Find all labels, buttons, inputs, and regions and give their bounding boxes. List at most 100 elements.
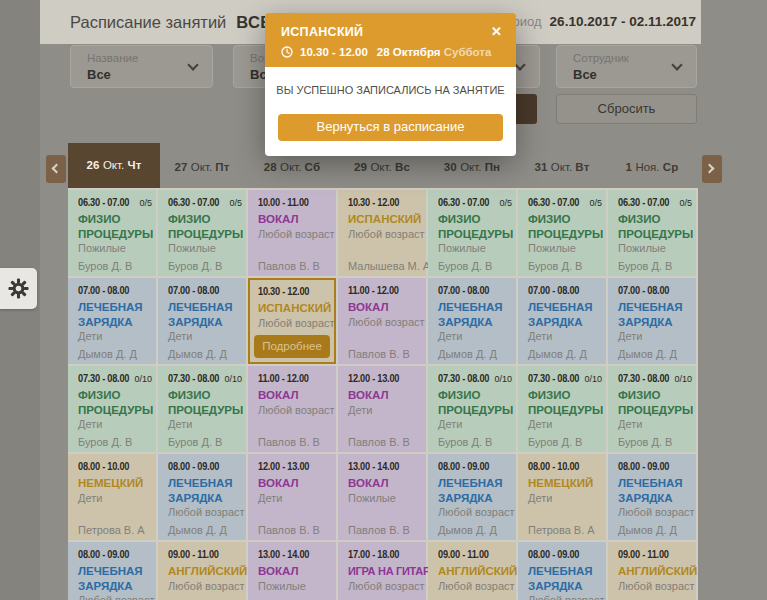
day-header-31[interactable]: 31 Окт. Вт: [518, 161, 606, 173]
cell-instructor: Петрова В. А: [78, 524, 145, 536]
close-icon[interactable]: ✕: [491, 24, 502, 39]
cell-instructor: Буров Д. В: [78, 260, 132, 272]
day-header-1[interactable]: 1 Ноя. Ср: [608, 161, 696, 173]
cell-time: 09.00 - 11.00: [438, 549, 501, 560]
cell-time: 09.00 - 11.00: [618, 549, 681, 560]
schedule-cell[interactable]: 13.00 - 14.00ВОКАЛПожилые: [248, 542, 336, 600]
cell-instructor: Дымов Д. Д: [438, 524, 497, 536]
filter-value: Все: [87, 67, 111, 82]
cell-activity-name: ИГРА НА ГИТАРЕ: [348, 564, 423, 579]
cell-instructor: Буров Д. В: [438, 260, 492, 272]
cell-time: 10.30 - 12.00: [258, 286, 317, 297]
chevron-down-icon: [187, 59, 198, 70]
schedule-cell[interactable]: 08.00 - 09.00ЛЕЧЕБНАЯ ЗАРЯДКАЛюбой возра…: [608, 454, 696, 540]
day-header-27[interactable]: 27 Окт. Пт: [158, 161, 246, 173]
cell-age-group: Пожилые: [78, 242, 153, 254]
modal-session-info: 10.30 - 12.0028 Октября Суббота: [281, 46, 491, 60]
schedule-cell[interactable]: 08.00 - 10.00НЕМЕЦКИЙДетиПетрова В. А: [68, 454, 156, 540]
page-title-text: Расписание занятий: [70, 13, 226, 31]
cell-time: 08.00 - 09.00: [528, 549, 591, 560]
schedule-cell[interactable]: 07.00 - 08.00ЛЕЧЕБНАЯ ЗАРЯДКАДетиДымов Д…: [608, 278, 696, 364]
schedule-cell[interactable]: 06.30 - 07.000/5ФИЗИО ПРОЦЕДУРЫПожилыеБу…: [428, 190, 516, 276]
filter-name-dropdown[interactable]: Название Все: [70, 45, 213, 88]
cell-age-group: Пожилые: [618, 242, 693, 254]
settings-button[interactable]: [0, 268, 37, 309]
filter-staff-dropdown[interactable]: Сотрудник Все: [556, 45, 697, 88]
day-header-30[interactable]: 30 Окт. Пн: [428, 161, 516, 173]
schedule-cell[interactable]: 06.30 - 07.000/5ФИЗИО ПРОЦЕДУРЫПожилыеБу…: [68, 190, 156, 276]
schedule-cell[interactable]: 07.00 - 08.00ЛЕЧЕБНАЯ ЗАРЯДКАДетиДымов Д…: [68, 278, 156, 364]
schedule-cell[interactable]: 08.00 - 09.00ЛЕЧЕБНАЯ ЗАРЯДКАЛюбой возра…: [518, 542, 606, 600]
schedule-cell[interactable]: 07.30 - 08.000/10ФИЗИО ПРОЦЕДУРЫДетиБуро…: [158, 366, 246, 452]
cell-activity-name: ЛЕЧЕБНАЯ ЗАРЯДКА: [618, 476, 693, 505]
cell-instructor: Дымов Д. Д: [528, 348, 587, 360]
filter-value: Все: [573, 67, 597, 82]
cell-age-group: Любой возраст: [168, 506, 243, 518]
details-button[interactable]: Подробнее: [254, 335, 330, 358]
chevron-down-icon: [671, 59, 682, 70]
chevron-right-icon: [705, 164, 715, 174]
cell-instructor: Буров Д. В: [168, 260, 222, 272]
cell-age-group: Дети: [528, 330, 603, 342]
schedule-cell[interactable]: 10.00 - 11.00ВОКАЛЛюбой возрастПавлов В.…: [248, 190, 336, 276]
schedule-cell[interactable]: 09.00 - 11.00АНГЛИЙСКИЙЛюбой возраст: [428, 542, 516, 600]
modal-message: ВЫ УСПЕШНО ЗАПИСАЛИСЬ НА ЗАНЯТИЕ: [265, 84, 516, 96]
schedule-cell[interactable]: 06.30 - 07.000/5ФИЗИО ПРОЦЕДУРЫПожилыеБу…: [518, 190, 606, 276]
cell-time: 11.00 - 12.00: [348, 285, 411, 296]
schedule-cell[interactable]: 07.00 - 08.00ЛЕЧЕБНАЯ ЗАРЯДКАДетиДымов Д…: [428, 278, 516, 364]
prev-week-button[interactable]: [46, 155, 66, 183]
cell-time: 07.30 - 08.00: [618, 373, 681, 384]
schedule-cell[interactable]: 09.00 - 11.00АНГЛИЙСКИЙЛюбой возраст: [158, 542, 246, 600]
schedule-cell[interactable]: 12.00 - 13.00ВОКАЛДетиПавлов В. В: [338, 366, 426, 452]
schedule-cell[interactable]: 10.30 - 12.00ИСПАНСКИЙЛюбой возрастПодро…: [248, 278, 336, 364]
modal-header: ИСПАНСКИЙ ✕ 10.30 - 12.0028 Октября Субб…: [265, 13, 516, 67]
schedule-cell[interactable]: 07.30 - 08.000/10ФИЗИО ПРОЦЕДУРЫДетиБуро…: [428, 366, 516, 452]
schedule-cell[interactable]: 08.00 - 10.00НЕМЕЦКИЙДетиПетрова В. А: [518, 454, 606, 540]
cell-age-group: Дети: [78, 418, 153, 430]
cell-activity-name: АНГЛИЙСКИЙ: [438, 564, 513, 579]
schedule-cell[interactable]: 08.00 - 09.00ЛЕЧЕБНАЯ ЗАРЯДКАЛюбой возра…: [158, 454, 246, 540]
period-value[interactable]: 26.10.2017 - 02.11.2017: [550, 14, 696, 29]
day-header-selected[interactable]: 26 Окт. Чт: [68, 143, 160, 188]
modal-body: ВЫ УСПЕШНО ЗАПИСАЛИСЬ НА ЗАНЯТИЕ Вернуть…: [265, 67, 516, 156]
schedule-cell[interactable]: 13.00 - 14.00ВОКАЛПожилыеПавлов В. В: [338, 454, 426, 540]
cell-age-group: Пожилые: [438, 242, 513, 254]
reset-button[interactable]: Сбросить: [556, 94, 697, 124]
cell-capacity: 0/10: [494, 374, 512, 384]
schedule-cell[interactable]: 07.00 - 08.00ЛЕЧЕБНАЯ ЗАРЯДКАДетиДымов Д…: [158, 278, 246, 364]
schedule-cell[interactable]: 12.00 - 13.00ВОКАЛДетиПавлов В. В: [248, 454, 336, 540]
schedule-cell[interactable]: 07.30 - 08.000/10ФИЗИО ПРОЦЕДУРЫДетиБуро…: [518, 366, 606, 452]
next-week-button[interactable]: [702, 155, 722, 183]
schedule-cell[interactable]: 10.30 - 12.00ИСПАНСКИЙЛюбой возрастМалыш…: [338, 190, 426, 276]
back-to-schedule-button[interactable]: Вернуться в расписание: [278, 114, 503, 141]
schedule-cell[interactable]: 06.30 - 07.000/5ФИЗИО ПРОЦЕДУРЫПожилыеБу…: [608, 190, 696, 276]
day-column: 06.30 - 07.000/5ФИЗИО ПРОЦЕДУРЫПожилыеБу…: [68, 190, 156, 600]
schedule-cell[interactable]: 07.30 - 08.000/10ФИЗИО ПРОЦЕДУРЫДетиБуро…: [608, 366, 696, 452]
day-header-29[interactable]: 29 Окт. Вс: [338, 161, 426, 173]
cell-age-group: Любой возраст: [618, 506, 693, 518]
schedule-cell[interactable]: 07.00 - 08.00ЛЕЧЕБНАЯ ЗАРЯДКАДетиДымов Д…: [518, 278, 606, 364]
cell-activity-name: ФИЗИО ПРОЦЕДУРЫ: [78, 388, 153, 417]
cell-time: 12.00 - 13.00: [258, 461, 321, 472]
cell-time: 07.00 - 08.00: [528, 285, 591, 296]
cell-instructor: Буров Д. В: [528, 436, 582, 448]
cell-time: 08.00 - 09.00: [438, 461, 501, 472]
cell-capacity: 0/5: [589, 198, 602, 208]
cell-activity-name: ВОКАЛ: [348, 476, 423, 491]
cell-time: 08.00 - 09.00: [168, 461, 231, 472]
cell-age-group: Любой возраст: [258, 228, 333, 240]
cell-activity-name: ЛЕЧЕБНАЯ ЗАРЯДКА: [618, 300, 693, 329]
cell-time: 07.00 - 08.00: [168, 285, 231, 296]
schedule-cell[interactable]: 08.00 - 09.00ЛЕЧЕБНАЯ ЗАРЯДКАЛюбой возра…: [428, 454, 516, 540]
schedule-cell[interactable]: 08.00 - 09.00ЛЕЧЕБНАЯ ЗАРЯДКАЛюбой возра…: [68, 542, 156, 600]
schedule-cell[interactable]: 06.30 - 07.000/5ФИЗИО ПРОЦЕДУРЫПожилыеБу…: [158, 190, 246, 276]
schedule-cell[interactable]: 11.00 - 12.00ВОКАЛЛюбой возрастПавлов В.…: [248, 366, 336, 452]
day-header-26[interactable]: 26 Окт. Чт: [70, 159, 158, 171]
schedule-cell[interactable]: 09.00 - 11.00АНГЛИЙСКИЙЛюбой возраст: [608, 542, 696, 600]
schedule-cell[interactable]: 17.00 - 18.00ИГРА НА ГИТАРЕЛюбой возраст: [338, 542, 426, 600]
schedule-cell[interactable]: 11.00 - 12.00ВОКАЛЛюбой возрастПавлов В.…: [338, 278, 426, 364]
cell-activity-name: ФИЗИО ПРОЦЕДУРЫ: [168, 388, 243, 417]
cell-age-group: Дети: [78, 330, 153, 342]
schedule-cell[interactable]: 07.30 - 08.000/10ФИЗИО ПРОЦЕДУРЫДетиБуро…: [68, 366, 156, 452]
day-header-28[interactable]: 28 Окт. Сб: [248, 161, 336, 173]
